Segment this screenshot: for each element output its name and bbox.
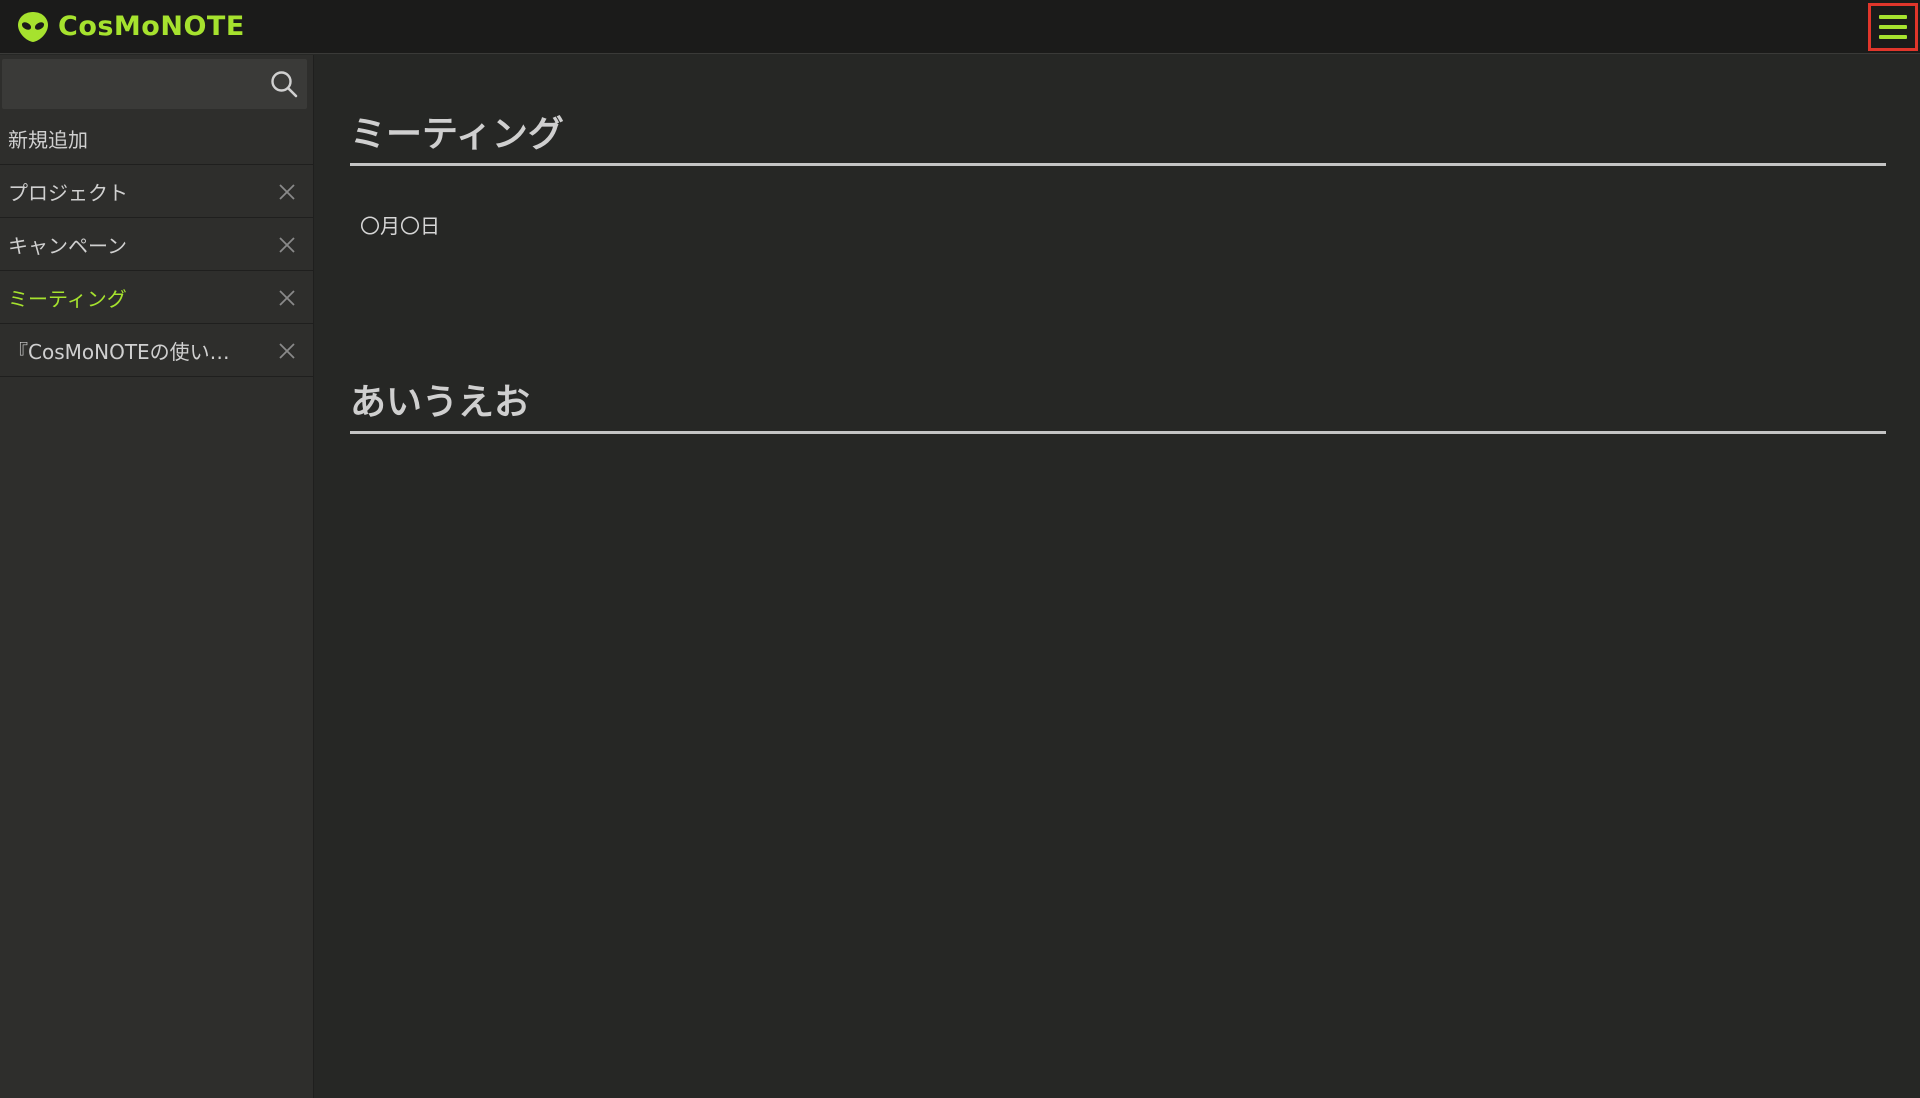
- add-new-label: 新規追加: [8, 127, 88, 152]
- add-new-button[interactable]: 新規追加: [0, 112, 313, 165]
- section-body[interactable]: 〇月〇日: [360, 210, 1886, 239]
- hamburger-line: [1879, 25, 1907, 29]
- section-heading[interactable]: ミーティング: [350, 83, 1886, 166]
- sidebar-item-meeting[interactable]: ミーティング: [0, 271, 313, 324]
- sidebar-item-label: プロジェクト: [8, 180, 128, 205]
- app-logo[interactable]: CosMoNOTE: [16, 0, 245, 54]
- close-icon[interactable]: [277, 235, 297, 255]
- hamburger-menu-button[interactable]: [1868, 3, 1918, 51]
- sidebar-item-guide[interactable]: 『CosMoNOTEの使い…: [0, 324, 313, 377]
- search-icon[interactable]: [269, 69, 299, 99]
- close-icon[interactable]: [277, 341, 297, 361]
- sidebar-item-label: ミーティング: [8, 286, 127, 311]
- app-header: CosMoNOTE: [0, 0, 1920, 54]
- sidebar-item-campaign[interactable]: キャンペーン: [0, 218, 313, 271]
- note-content: ミーティング 〇月〇日 あいうえお: [348, 55, 1886, 434]
- app-name: CosMoNOTE: [58, 11, 245, 42]
- sidebar: 新規追加 プロジェクト キャンペーン ミーティング 『CosMoNOTEの使い…: [0, 55, 314, 1098]
- search-input[interactable]: [2, 59, 307, 109]
- section-heading[interactable]: あいうえお: [350, 351, 1886, 434]
- alien-head-icon: [18, 11, 48, 42]
- sidebar-item-label: キャンペーン: [8, 233, 127, 258]
- hamburger-line: [1879, 35, 1907, 39]
- search-box: [2, 59, 307, 109]
- close-icon[interactable]: [277, 182, 297, 202]
- sidebar-item-project[interactable]: プロジェクト: [0, 165, 313, 218]
- close-icon[interactable]: [277, 288, 297, 308]
- hamburger-menu-icon: [1879, 15, 1907, 19]
- sidebar-item-label: 『CosMoNOTEの使い…: [8, 339, 230, 364]
